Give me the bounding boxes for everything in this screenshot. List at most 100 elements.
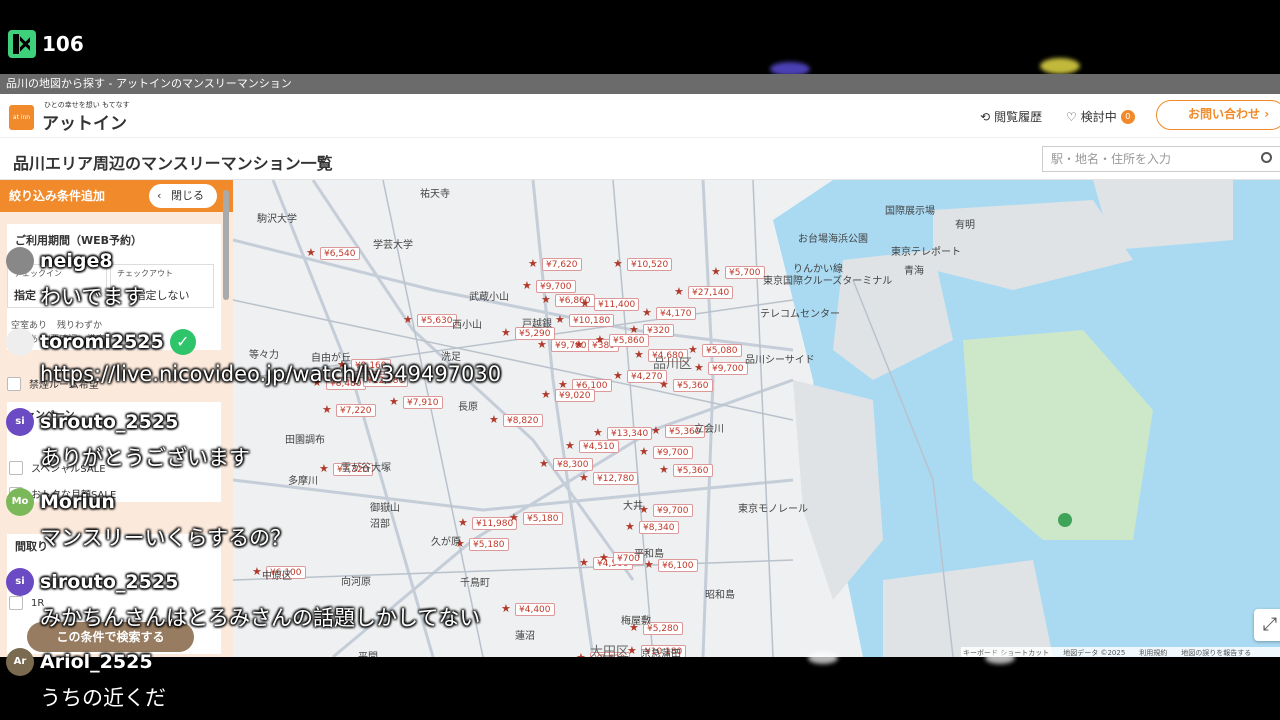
price-marker[interactable]: ¥4,510 bbox=[579, 440, 619, 453]
favorites-link[interactable]: ♡ 検討中 0 bbox=[1066, 108, 1135, 125]
smoking-option[interactable]: 禁煙ルーム希望 bbox=[7, 376, 99, 391]
listing-star-icon[interactable]: ★ bbox=[580, 298, 590, 309]
listing-star-icon[interactable]: ★ bbox=[539, 458, 549, 469]
listing-star-icon[interactable]: ★ bbox=[659, 464, 669, 475]
listing-star-icon[interactable]: ★ bbox=[574, 339, 584, 350]
listing-star-icon[interactable]: ★ bbox=[555, 314, 565, 325]
listing-star-icon[interactable]: ★ bbox=[593, 427, 603, 438]
listing-star-icon[interactable]: ★ bbox=[509, 512, 519, 523]
listing-star-icon[interactable]: ★ bbox=[528, 258, 538, 269]
price-marker[interactable]: ¥9,700 bbox=[551, 339, 591, 352]
listing-star-icon[interactable]: ★ bbox=[674, 286, 684, 297]
listing-star-icon[interactable]: ★ bbox=[252, 566, 262, 577]
price-marker[interactable]: ¥9,700 bbox=[653, 446, 693, 459]
listing-star-icon[interactable]: ★ bbox=[541, 389, 551, 400]
listing-star-icon[interactable]: ★ bbox=[349, 374, 359, 385]
logo-name[interactable]: アットイン bbox=[42, 109, 127, 134]
price-marker[interactable]: ¥6,540 bbox=[320, 247, 360, 260]
map-footer-terms[interactable]: 利用規約 bbox=[1139, 647, 1167, 657]
listing-star-icon[interactable]: ★ bbox=[579, 557, 589, 568]
price-marker[interactable]: ¥11,400 bbox=[594, 298, 640, 311]
special-sale-checkbox[interactable] bbox=[9, 460, 23, 475]
price-marker[interactable]: ¥6,100 bbox=[658, 559, 698, 572]
listing-star-icon[interactable]: ★ bbox=[312, 377, 322, 388]
listing-star-icon[interactable]: ★ bbox=[522, 280, 532, 291]
listing-star-icon[interactable]: ★ bbox=[694, 362, 704, 373]
price-marker[interactable]: ¥5,860 bbox=[609, 334, 649, 347]
listing-star-icon[interactable]: ★ bbox=[599, 552, 609, 563]
listing-star-icon[interactable]: ★ bbox=[541, 294, 551, 305]
listing-star-icon[interactable]: ★ bbox=[642, 307, 652, 318]
logo-mark[interactable]: at inn bbox=[9, 105, 34, 130]
listing-star-icon[interactable]: ★ bbox=[639, 446, 649, 457]
price-marker[interactable]: ¥10,520 bbox=[627, 258, 673, 271]
sale2-option[interactable]: おトクな月額SALE bbox=[9, 486, 116, 501]
price-marker[interactable]: ¥5,630 bbox=[417, 314, 457, 327]
checkout-field[interactable]: チェックアウト 指定しない bbox=[110, 264, 214, 308]
listing-star-icon[interactable]: ★ bbox=[501, 327, 511, 338]
map-footer-report[interactable]: 地図の誤りを報告する bbox=[1181, 647, 1251, 657]
special-sale-option[interactable]: スペシャルSALE bbox=[9, 460, 106, 475]
listing-star-icon[interactable]: ★ bbox=[489, 414, 499, 425]
listing-star-icon[interactable]: ★ bbox=[711, 266, 721, 277]
price-marker[interactable]: ¥12,980 bbox=[363, 374, 409, 387]
price-marker[interactable]: ¥10,180 bbox=[569, 314, 615, 327]
listing-star-icon[interactable]: ★ bbox=[319, 463, 329, 474]
contact-button[interactable]: お問い合わせ › bbox=[1156, 100, 1280, 130]
price-marker[interactable]: ¥4,400 bbox=[515, 603, 555, 616]
listing-star-icon[interactable]: ★ bbox=[501, 603, 511, 614]
price-marker[interactable]: ¥7,620 bbox=[542, 258, 582, 271]
listing-star-icon[interactable]: ★ bbox=[595, 334, 605, 345]
search-icon[interactable] bbox=[1261, 152, 1272, 163]
checkin-field[interactable]: チェックイン 指定 bbox=[7, 264, 107, 308]
price-marker[interactable]: ¥13,340 bbox=[607, 427, 653, 440]
price-marker[interactable]: ¥5,080 bbox=[702, 344, 742, 357]
price-marker[interactable]: ¥8,820 bbox=[503, 414, 543, 427]
price-marker[interactable]: ¥5,360 bbox=[673, 464, 713, 477]
price-marker[interactable]: ¥9,700 bbox=[708, 362, 748, 375]
price-marker[interactable]: ¥5,180 bbox=[523, 512, 563, 525]
map-view[interactable]: ★ ¥6,540 ★ ¥7,620 ★ ¥10,520 ★ ¥5,700 ★ ¥9,700 ★ ¥6,… bbox=[233, 180, 1280, 657]
listing-star-icon[interactable]: ★ bbox=[306, 247, 316, 258]
listing-star-icon[interactable]: ★ bbox=[565, 440, 575, 451]
price-marker[interactable]: ¥5,180 bbox=[469, 538, 509, 551]
price-marker[interactable]: ¥12,780 bbox=[593, 472, 639, 485]
smoking-checkbox[interactable] bbox=[7, 376, 21, 391]
price-marker[interactable]: ¥5,700 bbox=[725, 266, 765, 279]
price-marker[interactable]: ¥8,300 bbox=[553, 458, 593, 471]
price-marker[interactable]: ¥27,140 bbox=[688, 286, 734, 299]
listing-star-icon[interactable]: ★ bbox=[322, 404, 332, 415]
price-marker[interactable]: ¥7,220 bbox=[336, 404, 376, 417]
close-filter-button[interactable]: ‹ 閉じる bbox=[149, 184, 217, 208]
listing-star-icon[interactable]: ★ bbox=[651, 425, 661, 436]
history-link[interactable]: ⟲ 閲覧履歴 bbox=[980, 108, 1042, 125]
search-with-conditions-button[interactable]: この条件で検索する bbox=[27, 622, 194, 652]
location-search-input[interactable]: 駅・地名・住所を入力 bbox=[1042, 146, 1280, 172]
fullscreen-toggle-icon[interactable]: ⤢ bbox=[1254, 609, 1280, 641]
listing-star-icon[interactable]: ★ bbox=[644, 559, 654, 570]
price-marker[interactable]: ¥7,910 bbox=[403, 396, 443, 409]
listing-star-icon[interactable]: ★ bbox=[659, 379, 669, 390]
sale2-checkbox[interactable] bbox=[9, 486, 23, 501]
price-marker[interactable]: ¥9,700 bbox=[536, 280, 576, 293]
listing-star-icon[interactable]: ★ bbox=[613, 370, 623, 381]
listing-star-icon[interactable]: ★ bbox=[579, 472, 589, 483]
sidebar-scrollbar[interactable] bbox=[223, 190, 229, 300]
price-marker[interactable]: ¥4,170 bbox=[656, 307, 696, 320]
price-marker[interactable]: ¥9,020 bbox=[555, 389, 595, 402]
listing-star-icon[interactable]: ★ bbox=[613, 258, 623, 269]
listing-star-icon[interactable]: ★ bbox=[625, 521, 635, 532]
price-marker[interactable]: ¥9,160 bbox=[351, 359, 391, 372]
listing-star-icon[interactable]: ★ bbox=[403, 314, 413, 325]
listing-star-icon[interactable]: ★ bbox=[389, 396, 399, 407]
listing-star-icon[interactable]: ★ bbox=[458, 517, 468, 528]
campaign-label: キャンペーン bbox=[15, 410, 75, 421]
price-marker[interactable]: ¥5,360 bbox=[673, 379, 713, 392]
layout-1r-checkbox[interactable] bbox=[9, 596, 23, 610]
price-marker[interactable]: ¥8,480 bbox=[326, 377, 366, 390]
price-marker[interactable]: ¥8,340 bbox=[639, 521, 679, 534]
price-marker[interactable]: ¥9,700 bbox=[653, 504, 693, 517]
listing-star-icon[interactable]: ★ bbox=[537, 339, 547, 350]
listing-star-icon[interactable]: ★ bbox=[634, 349, 644, 360]
layout-1r-option[interactable]: 1R bbox=[9, 596, 44, 610]
